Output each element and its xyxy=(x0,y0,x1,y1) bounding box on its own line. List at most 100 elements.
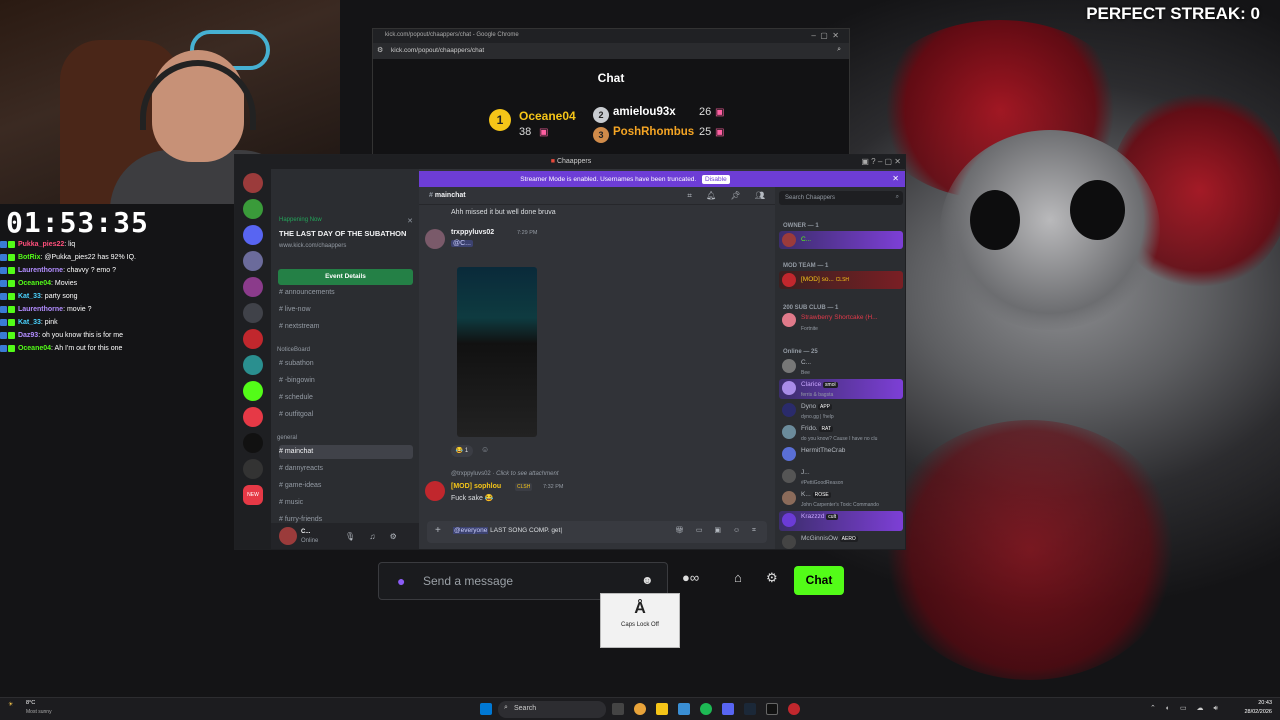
new-server-badge[interactable]: NEW xyxy=(243,485,263,505)
member-item[interactable]: C... Bee xyxy=(779,357,903,377)
avatar[interactable] xyxy=(279,527,297,545)
channel-outfitgoal[interactable]: # outfitgoal xyxy=(279,408,413,422)
channel-gameideas[interactable]: # game-ideas xyxy=(279,479,413,493)
system-tray-icons[interactable]: ⌃ ◐ ▭ ☁ 🔊︎ xyxy=(1150,704,1222,713)
message-author[interactable]: trxppyluvs02 xyxy=(451,229,494,236)
server-search-input[interactable]: Search Chaappers ⌕ xyxy=(779,191,903,205)
message-author[interactable]: [MOD] sophlou xyxy=(451,483,501,490)
voice-controls[interactable]: 🎙︎ ♫ ⚙ xyxy=(345,532,403,541)
channel-dannyreacts[interactable]: # dannyreacts xyxy=(279,462,413,476)
member-item[interactable]: J... #PettiGoodReason xyxy=(779,467,903,487)
app-icon[interactable] xyxy=(788,703,800,715)
close-icon[interactable]: ✕ xyxy=(892,174,899,183)
weather-desc[interactable]: Most sunny xyxy=(26,709,52,715)
blood-splatter xyxy=(880,420,1180,680)
overlay-chat-user: Kat_33 xyxy=(17,293,41,300)
channel-furryfriends[interactable]: # furry-friends xyxy=(279,513,413,527)
avatar[interactable] xyxy=(425,481,445,501)
member-item[interactable]: K... ROSE John Carpenter's Toxic Commando xyxy=(779,489,903,509)
header-toolbar-icons[interactable]: ⌗ 🔔︎ 📌︎ 👥︎ xyxy=(687,191,771,201)
channel-schedule[interactable]: # schedule xyxy=(279,391,413,405)
address-bar[interactable]: ⚙ kick.com/popout/chaappers/chat ⌕ xyxy=(373,43,849,59)
task-view-icon[interactable] xyxy=(612,703,624,715)
server-icon[interactable] xyxy=(243,277,263,297)
weather-icon[interactable]: ☀ xyxy=(8,701,13,708)
event-link[interactable]: www.kick.com/chaappers xyxy=(279,243,346,249)
spotify-icon[interactable] xyxy=(700,703,712,715)
channel-music[interactable]: # music xyxy=(279,496,413,510)
server-folder-icon[interactable] xyxy=(243,303,263,323)
event-details-button[interactable]: Event Details xyxy=(278,269,413,285)
composer-text[interactable]: LAST SONG COMP. get xyxy=(488,527,560,534)
user-mention[interactable]: @C... xyxy=(451,240,473,247)
badge-icon xyxy=(8,253,15,261)
reaction-pill[interactable]: 😂 1 xyxy=(451,445,473,457)
store-app-icon[interactable] xyxy=(678,703,690,715)
window-controls[interactable]: – ▢ ✕ xyxy=(811,31,839,40)
server-icon[interactable] xyxy=(243,433,263,453)
category-noticeboard[interactable]: NoticeBoard xyxy=(277,347,310,353)
server-icon[interactable] xyxy=(243,199,263,219)
member-item[interactable]: C... xyxy=(779,231,903,249)
settings-gear-icon[interactable]: ⚙ xyxy=(766,570,778,586)
zoom-icon[interactable]: ⌕ xyxy=(837,46,841,54)
server-icon[interactable] xyxy=(243,407,263,427)
server-icon[interactable] xyxy=(243,329,263,349)
store-icon[interactable]: ⌂ xyxy=(734,570,742,585)
clock-date[interactable]: 28/02/2026 xyxy=(1224,709,1272,715)
server-icon[interactable] xyxy=(243,251,263,271)
start-windows-icon[interactable] xyxy=(480,703,492,715)
member-item[interactable]: Dyno APP dyno.gg | !help xyxy=(779,401,903,421)
discord-icon[interactable] xyxy=(722,703,734,715)
image-attachment[interactable] xyxy=(457,267,537,437)
chrome-icon[interactable] xyxy=(634,703,646,715)
chrome-popup-window[interactable]: kick.com/popout/chaappers/chat - Google … xyxy=(372,28,850,156)
avatar xyxy=(782,273,796,287)
avatar[interactable] xyxy=(425,229,445,249)
chrome-titlebar: kick.com/popout/chaappers/chat - Google … xyxy=(373,29,849,43)
server-icon[interactable] xyxy=(243,381,263,401)
address-text[interactable]: kick.com/popout/chaappers/chat xyxy=(391,47,484,54)
member-item[interactable]: Frido. RAT do you know? Cause I have no c… xyxy=(779,423,903,443)
steam-icon[interactable] xyxy=(744,703,756,715)
composer-icons[interactable]: 🎁︎ ▭ ▣ ☺ ⌗ xyxy=(675,526,761,535)
server-icon[interactable] xyxy=(243,459,263,479)
channel-subathon[interactable]: # subathon xyxy=(279,357,413,371)
channel-bingowin[interactable]: # -bingowin xyxy=(279,374,413,388)
member-item[interactable]: McGinnisOw AERO xyxy=(779,533,903,549)
terminal-icon[interactable] xyxy=(766,703,778,715)
site-settings-icon[interactable]: ⚙ xyxy=(377,46,383,54)
role-header-modteam: MOD TEAM — 1 xyxy=(783,263,829,269)
member-item[interactable]: Krazzzd cult xyxy=(779,511,903,531)
taskbar-search[interactable]: ⌕ Search xyxy=(498,701,606,718)
badge-icon xyxy=(0,279,7,287)
emoji-icon[interactable]: ☻ xyxy=(641,573,654,587)
chat-send-button[interactable]: Chat xyxy=(794,566,844,595)
message-composer[interactable]: + @everyone LAST SONG COMP. get| 🎁︎ ▭ ▣ … xyxy=(427,521,767,543)
channel-mainchat[interactable]: # mainchat xyxy=(279,445,413,459)
channel-announcements[interactable]: # announcements xyxy=(279,286,413,300)
server-icon[interactable] xyxy=(243,173,263,193)
overlay-chat-line: Oceane04: Movies xyxy=(0,277,236,290)
channel-nextstream[interactable]: # nextstream xyxy=(279,320,413,334)
upload-plus-icon[interactable]: + xyxy=(435,525,441,536)
category-general[interactable]: general xyxy=(277,435,297,441)
close-event-icon[interactable]: ✕ xyxy=(407,217,413,225)
infinity-points-icon[interactable]: ●∞ xyxy=(682,570,699,585)
member-item[interactable]: Clarice smol ferris & bagsta xyxy=(779,379,903,399)
channel-livenow[interactable]: # live-now xyxy=(279,303,413,317)
disable-streamer-button[interactable]: Disable xyxy=(702,175,730,184)
add-reaction-icon[interactable]: ☺ xyxy=(481,445,489,454)
weather-temp[interactable]: 8°C xyxy=(26,700,35,706)
server-icon[interactable] xyxy=(243,355,263,375)
member-item[interactable]: [MOD] so... CLSH xyxy=(779,271,903,289)
discord-window[interactable]: ■ Chaappers ▣ ? – ▢ ✕ Streamer Mode is e… xyxy=(234,154,906,550)
server-icon[interactable] xyxy=(243,225,263,245)
reply-preview[interactable]: @trxppyluvs02 · Click to see attachment xyxy=(451,471,559,477)
window-controls[interactable]: ▣ ? – ▢ ✕ xyxy=(861,157,901,166)
member-item[interactable]: HermitTheCrab xyxy=(779,445,903,465)
member-item[interactable]: Strawberry Shortcake (H... Fortnite xyxy=(779,311,903,333)
microphone-icon[interactable]: ● xyxy=(397,573,405,589)
clock-time[interactable]: 20:43 xyxy=(1224,700,1272,706)
file-explorer-icon[interactable] xyxy=(656,703,668,715)
